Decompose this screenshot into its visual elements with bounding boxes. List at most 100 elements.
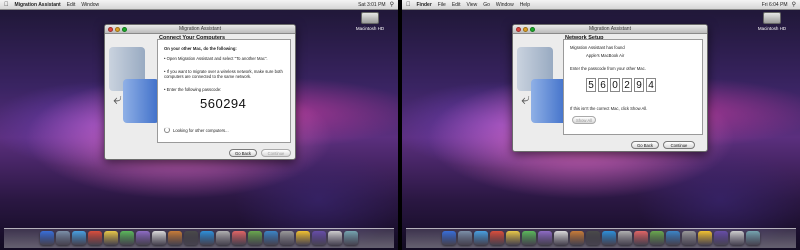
dock — [4, 228, 394, 248]
left-screen:  Migration Assistant Edit Window Sat 3:… — [0, 0, 398, 250]
window-title: Migration Assistant — [589, 26, 631, 32]
desktop-hd-icon[interactable]: Macintosh HD — [350, 12, 390, 31]
dock-app-icon[interactable] — [698, 231, 712, 245]
dock-app-icon[interactable] — [506, 231, 520, 245]
menu-item-edit[interactable]: Edit — [67, 2, 76, 8]
menu-item-view[interactable]: View — [466, 2, 477, 8]
dock-app-icon[interactable] — [104, 231, 118, 245]
dock-app-icon[interactable] — [538, 231, 552, 245]
dock-app-icon[interactable] — [570, 231, 584, 245]
hard-drive-icon — [361, 12, 379, 24]
passcode-digit[interactable]: 6 — [598, 78, 608, 92]
dock-app-icon[interactable] — [200, 231, 214, 245]
dock-app-icon[interactable] — [442, 231, 456, 245]
migration-window: Migration Assistant Network Setup ⤶ Migr… — [512, 24, 708, 152]
menu-item-help[interactable]: Help — [520, 2, 530, 8]
dock-app-icon[interactable] — [312, 231, 326, 245]
dock-app-icon[interactable] — [280, 231, 294, 245]
continue-button[interactable]: Continue — [261, 149, 291, 157]
passcode-digit[interactable]: 4 — [646, 78, 656, 92]
dock-app-icon[interactable] — [586, 231, 600, 245]
menu-item-edit[interactable]: Edit — [452, 2, 461, 8]
close-icon[interactable] — [108, 27, 113, 32]
instruction-step-1: • Open Migration Assistant and select "T… — [164, 56, 268, 61]
spotlight-icon[interactable]: ⚲ — [390, 1, 394, 8]
menu-item-window[interactable]: Window — [81, 2, 99, 8]
dock-app-icon[interactable] — [666, 231, 680, 245]
dock-app-icon[interactable] — [136, 231, 150, 245]
dock-app-icon[interactable] — [714, 231, 728, 245]
menu-item-window[interactable]: Window — [496, 2, 514, 8]
dock-app-icon[interactable] — [522, 231, 536, 245]
dock-app-icon[interactable] — [730, 231, 744, 245]
dock-app-icon[interactable] — [88, 231, 102, 245]
spinner-icon — [164, 127, 170, 133]
desktop-hd-label: Macintosh HD — [757, 26, 787, 31]
passcode-digit[interactable]: 0 — [610, 78, 620, 92]
finder-migration-icon: ⤶ — [109, 39, 159, 149]
apple-menu-icon[interactable]:  — [406, 2, 411, 8]
dock-app-icon[interactable] — [328, 231, 342, 245]
window-titlebar[interactable]: Migration Assistant — [105, 25, 295, 34]
dock-app-icon[interactable] — [474, 231, 488, 245]
dock-app-icon[interactable] — [634, 231, 648, 245]
dock-app-icon[interactable] — [120, 231, 134, 245]
apple-menu-icon[interactable]:  — [4, 2, 9, 8]
menu-clock[interactable]: Fri 6:04 PM — [762, 2, 788, 8]
dock-app-icon[interactable] — [232, 231, 246, 245]
desktop-hd-icon[interactable]: Macintosh HD — [752, 12, 792, 31]
continue-button[interactable]: Continue — [663, 141, 695, 149]
minimize-icon[interactable] — [115, 27, 120, 32]
passcode-digits[interactable]: 5 6 0 2 9 4 — [586, 78, 656, 92]
dock-app-icon[interactable] — [248, 231, 262, 245]
status-text: Looking for other computers... — [173, 128, 229, 133]
desktop-hd-label: Macintosh HD — [355, 26, 385, 31]
menu-bar:  Finder File Edit View Go Window Help F… — [402, 0, 800, 10]
right-screen:  Finder File Edit View Go Window Help F… — [402, 0, 800, 250]
passcode-digit[interactable]: 9 — [634, 78, 644, 92]
window-titlebar[interactable]: Migration Assistant — [513, 25, 707, 34]
dock-app-icon[interactable] — [264, 231, 278, 245]
dock-app-icon[interactable] — [650, 231, 664, 245]
minimize-icon[interactable] — [523, 27, 528, 32]
found-computer: Apple's MacBook Air — [586, 53, 625, 58]
menu-item-file[interactable]: File — [438, 2, 446, 8]
content-panel: Migration Assistant has found Apple's Ma… — [563, 39, 703, 135]
dock-app-icon[interactable] — [458, 231, 472, 245]
dock-app-icon[interactable] — [554, 231, 568, 245]
close-icon[interactable] — [516, 27, 521, 32]
dock-app-icon[interactable] — [746, 231, 760, 245]
go-back-button[interactable]: Go Back — [229, 149, 257, 157]
enter-prompt: Enter the passcode from your other Mac. — [570, 66, 646, 71]
dock-app-icon[interactable] — [152, 231, 166, 245]
menu-app-name[interactable]: Finder — [417, 2, 432, 8]
passcode-digit[interactable]: 5 — [586, 78, 596, 92]
passcode-digit[interactable]: 2 — [622, 78, 632, 92]
instruction-step-3: • Enter the following passcode: — [164, 87, 222, 92]
dock-app-icon[interactable] — [56, 231, 70, 245]
zoom-icon[interactable] — [122, 27, 127, 32]
dock-app-icon[interactable] — [490, 231, 504, 245]
dock-app-icon[interactable] — [216, 231, 230, 245]
dock-app-icon[interactable] — [682, 231, 696, 245]
dock-app-icon[interactable] — [344, 231, 358, 245]
instruction-intro: On your other Mac, do the following: — [164, 46, 237, 51]
dock-app-icon[interactable] — [618, 231, 632, 245]
hard-drive-icon — [763, 12, 781, 24]
found-label: Migration Assistant has found — [570, 45, 625, 50]
show-all-button[interactable]: Show All — [572, 116, 596, 124]
dock-app-icon[interactable] — [72, 231, 86, 245]
instruction-step-2: • If you want to migrate over a wireless… — [164, 69, 283, 80]
spotlight-icon[interactable]: ⚲ — [792, 1, 796, 8]
dock-app-icon[interactable] — [296, 231, 310, 245]
menu-app-name[interactable]: Migration Assistant — [15, 2, 61, 8]
zoom-icon[interactable] — [530, 27, 535, 32]
dock-app-icon[interactable] — [168, 231, 182, 245]
menu-clock[interactable]: Sat 3:01 PM — [358, 2, 386, 8]
menu-bar:  Migration Assistant Edit Window Sat 3:… — [0, 0, 398, 10]
dock-app-icon[interactable] — [602, 231, 616, 245]
dock-app-icon[interactable] — [40, 231, 54, 245]
menu-item-go[interactable]: Go — [483, 2, 490, 8]
dock-app-icon[interactable] — [184, 231, 198, 245]
go-back-button[interactable]: Go Back — [631, 141, 659, 149]
